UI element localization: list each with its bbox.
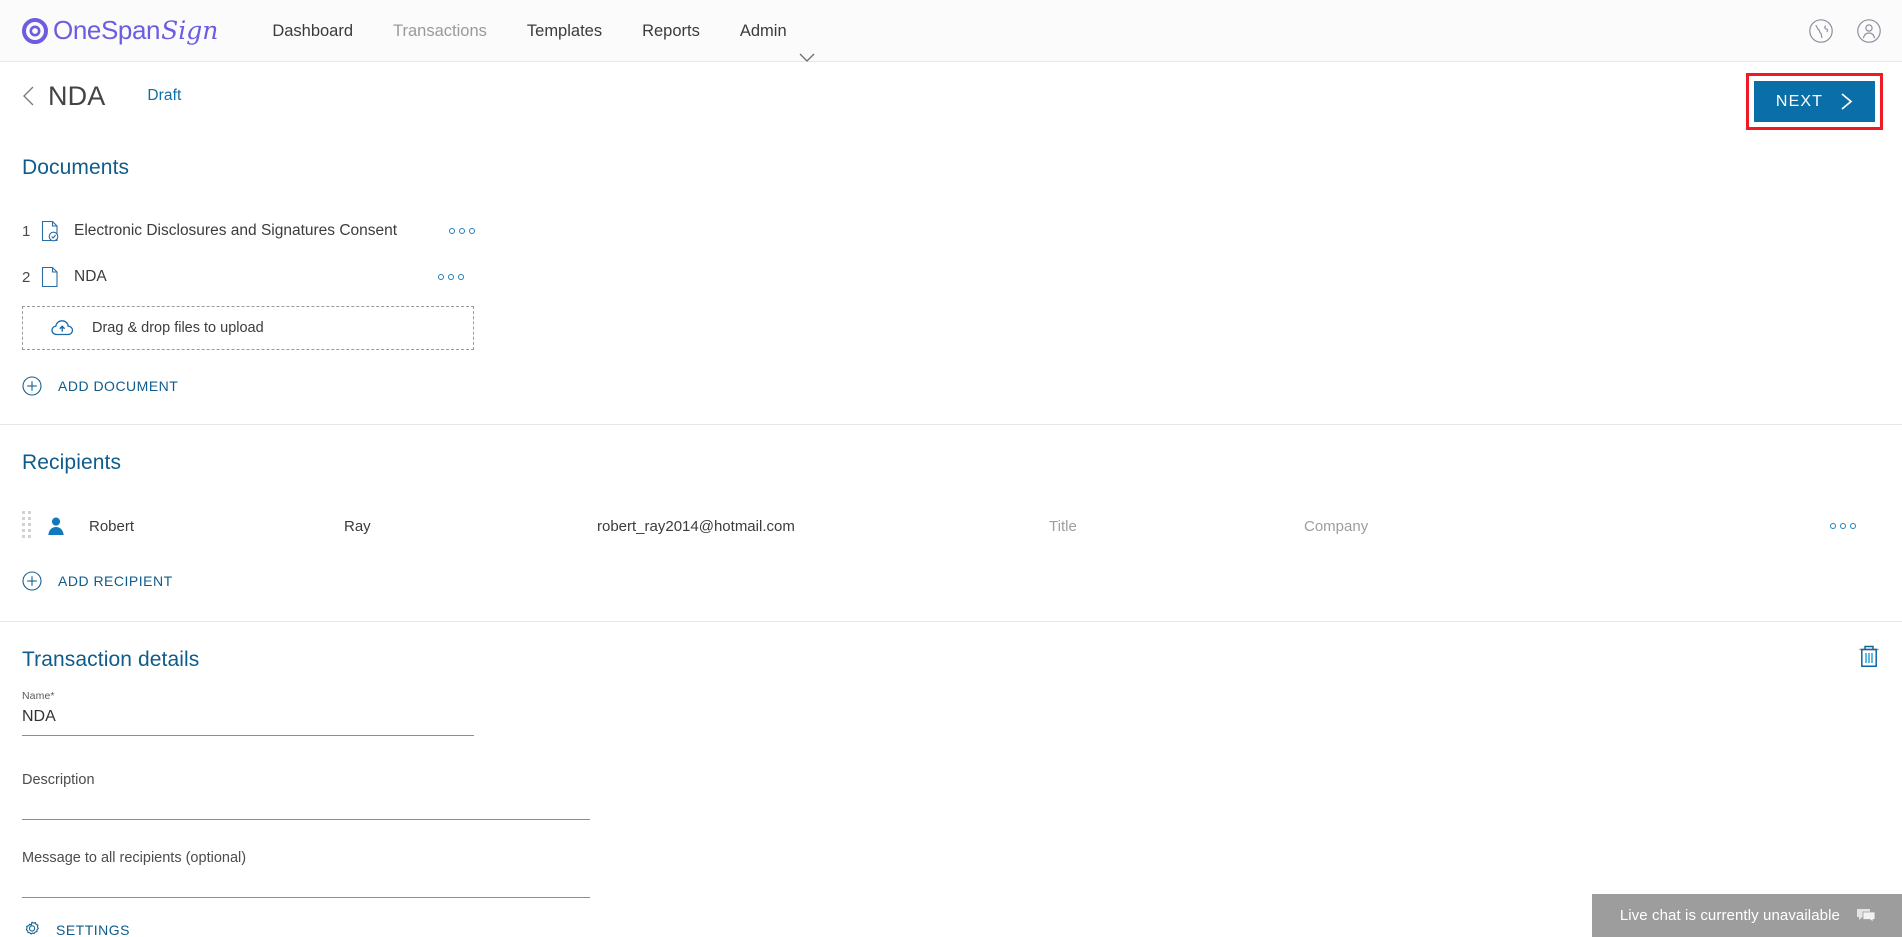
settings-label: SETTINGS bbox=[56, 922, 131, 937]
brand-name: OneSpan bbox=[53, 15, 161, 45]
document-more-options-icon[interactable] bbox=[447, 222, 477, 240]
description-input-underline bbox=[22, 819, 590, 820]
documents-list: 1 Electronic Disclosures and Signatures … bbox=[22, 208, 1880, 300]
name-field-group: Name* NDA bbox=[22, 690, 474, 736]
add-recipient-button[interactable]: ADD RECIPIENT bbox=[22, 571, 173, 591]
transaction-title-bar: NDA Draft NEXT bbox=[0, 62, 1902, 130]
page-title: NDA bbox=[48, 80, 106, 111]
recipient-company-field[interactable]: Company bbox=[1304, 518, 1704, 535]
nav-item-admin[interactable]: Admin bbox=[720, 0, 835, 62]
document-index: 2 bbox=[22, 268, 31, 286]
plus-circle-icon bbox=[22, 376, 42, 396]
transaction-details-heading: Transaction details bbox=[22, 648, 200, 671]
file-dropzone[interactable]: Drag & drop files to upload bbox=[22, 306, 474, 350]
live-chat-label: Live chat is currently unavailable bbox=[1619, 907, 1840, 924]
recipient-row: Robert Ray robert_ray2014@hotmail.com Ti… bbox=[22, 505, 1880, 547]
chevron-right-icon bbox=[1840, 93, 1853, 110]
add-recipient-label: ADD RECIPIENT bbox=[58, 573, 173, 589]
document-row[interactable]: 1 Electronic Disclosures and Signatures … bbox=[22, 208, 1880, 254]
message-input[interactable]: Message to all recipients (optional) bbox=[22, 850, 590, 875]
cloud-upload-icon bbox=[51, 319, 74, 337]
chat-bubble-icon bbox=[1856, 907, 1876, 924]
nav-item-transactions[interactable]: Transactions bbox=[373, 0, 507, 62]
recipient-email[interactable]: robert_ray2014@hotmail.com bbox=[597, 518, 1049, 535]
settings-button[interactable]: SETTINGS bbox=[22, 920, 130, 937]
next-button[interactable]: NEXT bbox=[1753, 81, 1875, 122]
document-check-icon bbox=[40, 220, 60, 242]
next-button-label: NEXT bbox=[1775, 92, 1823, 110]
dropzone-label: Drag & drop files to upload bbox=[92, 320, 264, 336]
person-icon bbox=[45, 515, 67, 537]
document-index: 1 bbox=[22, 222, 31, 240]
recipient-more-options-icon[interactable] bbox=[1828, 517, 1858, 535]
user-account-icon[interactable] bbox=[1856, 18, 1882, 44]
message-field-group: Message to all recipients (optional) bbox=[22, 850, 590, 898]
brand-script-name: Sign bbox=[161, 16, 219, 45]
nav-item-admin-label: Admin bbox=[739, 21, 787, 40]
add-document-button[interactable]: ADD DOCUMENT bbox=[22, 376, 178, 396]
brand-logo[interactable]: OneSpan Sign bbox=[22, 15, 218, 46]
globe-language-icon[interactable] bbox=[1808, 18, 1834, 44]
drag-handle-icon[interactable] bbox=[22, 511, 31, 541]
chevron-left-icon[interactable] bbox=[22, 86, 35, 106]
gear-icon bbox=[22, 920, 42, 937]
top-navigation-bar: OneSpan Sign Dashboard Transactions Temp… bbox=[0, 0, 1902, 62]
recipient-first-name[interactable]: Robert bbox=[89, 518, 344, 535]
recipients-section: Recipients Robert Ray robert_ray2014@hot… bbox=[0, 425, 1902, 621]
nav-item-templates[interactable]: Templates bbox=[507, 0, 622, 62]
trash-icon[interactable] bbox=[1858, 644, 1880, 668]
recipients-heading: Recipients bbox=[22, 451, 122, 474]
nav-item-reports[interactable]: Reports bbox=[622, 0, 720, 62]
recipients-list: Robert Ray robert_ray2014@hotmail.com Ti… bbox=[22, 505, 1880, 547]
name-input-underline bbox=[22, 735, 474, 736]
nav-item-dashboard[interactable]: Dashboard bbox=[252, 0, 373, 62]
documents-section: Documents 1 Electronic Disclosures and S… bbox=[0, 130, 1902, 424]
recipient-title-field[interactable]: Title bbox=[1049, 518, 1304, 535]
document-name: NDA bbox=[74, 268, 107, 285]
message-input-underline bbox=[22, 897, 590, 898]
name-input[interactable]: NDA bbox=[22, 702, 474, 735]
next-button-highlight: NEXT bbox=[1745, 73, 1883, 130]
header-actions bbox=[1808, 0, 1882, 62]
document-name: Electronic Disclosures and Signatures Co… bbox=[74, 222, 398, 239]
documents-heading: Documents bbox=[22, 156, 130, 179]
transaction-details-section: Transaction details Name* NDA Descriptio… bbox=[0, 622, 1902, 937]
live-chat-bar[interactable]: Live chat is currently unavailable bbox=[1591, 894, 1902, 937]
status-badge: Draft bbox=[147, 87, 182, 104]
document-more-options-icon[interactable] bbox=[436, 268, 466, 286]
document-icon bbox=[40, 266, 60, 288]
plus-circle-icon bbox=[22, 571, 42, 591]
document-row[interactable]: 2 NDA bbox=[22, 254, 1880, 300]
chevron-down-icon bbox=[799, 26, 815, 62]
description-field-group: Description bbox=[22, 772, 590, 820]
add-document-label: ADD DOCUMENT bbox=[58, 378, 179, 394]
recipient-last-name[interactable]: Ray bbox=[344, 518, 597, 535]
main-nav-links: Dashboard Transactions Templates Reports… bbox=[252, 0, 834, 62]
onespan-ring-icon bbox=[22, 17, 48, 44]
name-field-label: Name* bbox=[22, 690, 55, 702]
description-input[interactable]: Description bbox=[22, 772, 590, 797]
